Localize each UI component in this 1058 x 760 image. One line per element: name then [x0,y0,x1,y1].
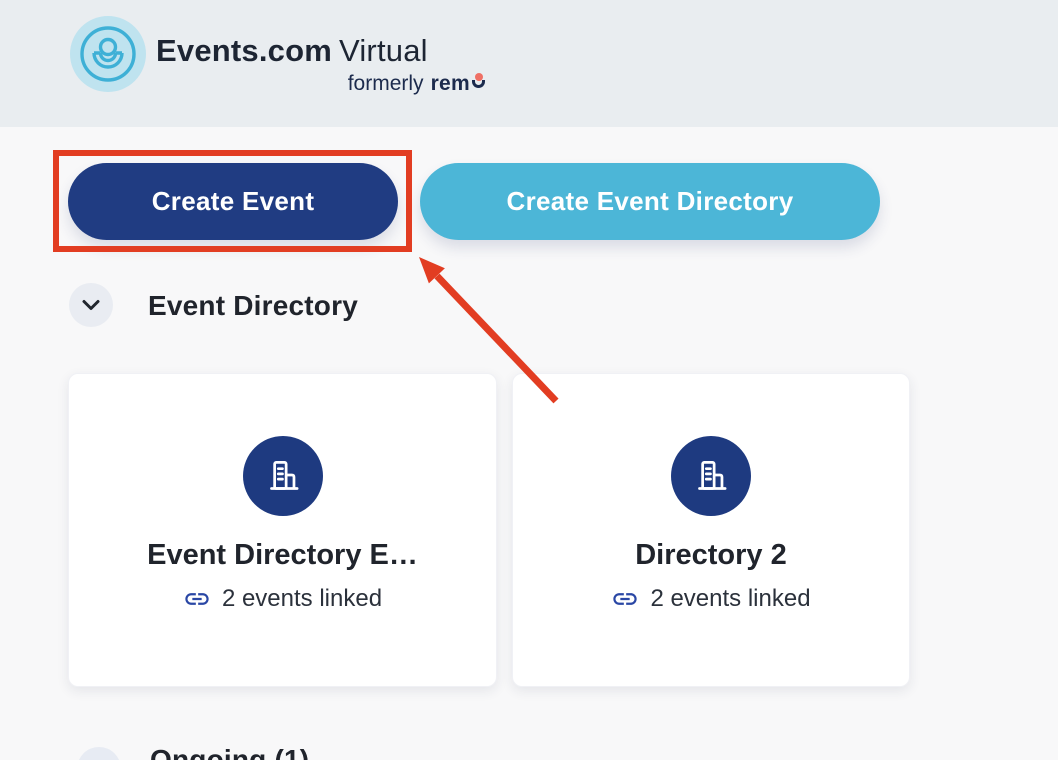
brand-block: Events.comVirtual formerly rem [156,33,486,96]
building-icon [260,453,306,499]
brand-name: Events.com [156,33,332,68]
chevron-down-icon [78,292,104,318]
tagline-prefix: formerly [348,72,424,96]
tagline-brand: rem [431,72,470,96]
linked-events-label: 2 events linked [222,585,382,613]
events-com-logo-icon[interactable] [70,16,146,92]
smiley-arc [472,80,485,88]
app-canvas: Events.comVirtual formerly rem Create Ev… [0,0,1058,760]
directory-avatar [671,436,751,516]
app-header: Events.comVirtual formerly rem [0,0,1058,127]
brand-tagline: formerly rem [156,72,486,96]
directory-card-title: Directory 2 [635,539,787,572]
linked-events-row: 2 events linked [611,585,810,613]
directory-avatar [243,436,323,516]
event-directory-collapse-button[interactable] [69,283,113,327]
event-directory-card-1[interactable]: Event Directory E… 2 events linked [68,373,497,687]
event-directory-card-2[interactable]: Directory 2 2 events linked [512,373,910,687]
remo-smiley-o-icon [471,73,486,90]
brand-title: Events.comVirtual [156,33,486,69]
linked-events-row: 2 events linked [183,585,382,613]
linked-events-label: 2 events linked [650,585,810,613]
ongoing-section-title: Ongoing (1) [150,744,309,760]
link-icon [183,585,211,613]
building-icon [688,453,734,499]
directory-card-title: Event Directory E… [147,539,418,572]
link-icon [611,585,639,613]
brand-suffix: Virtual [339,33,428,68]
event-directory-section-title: Event Directory [148,290,358,322]
create-event-directory-button[interactable]: Create Event Directory [420,163,880,240]
create-event-button[interactable]: Create Event [68,163,398,240]
ongoing-collapse-button[interactable] [77,747,121,760]
logo-glyph-icon [70,16,146,92]
